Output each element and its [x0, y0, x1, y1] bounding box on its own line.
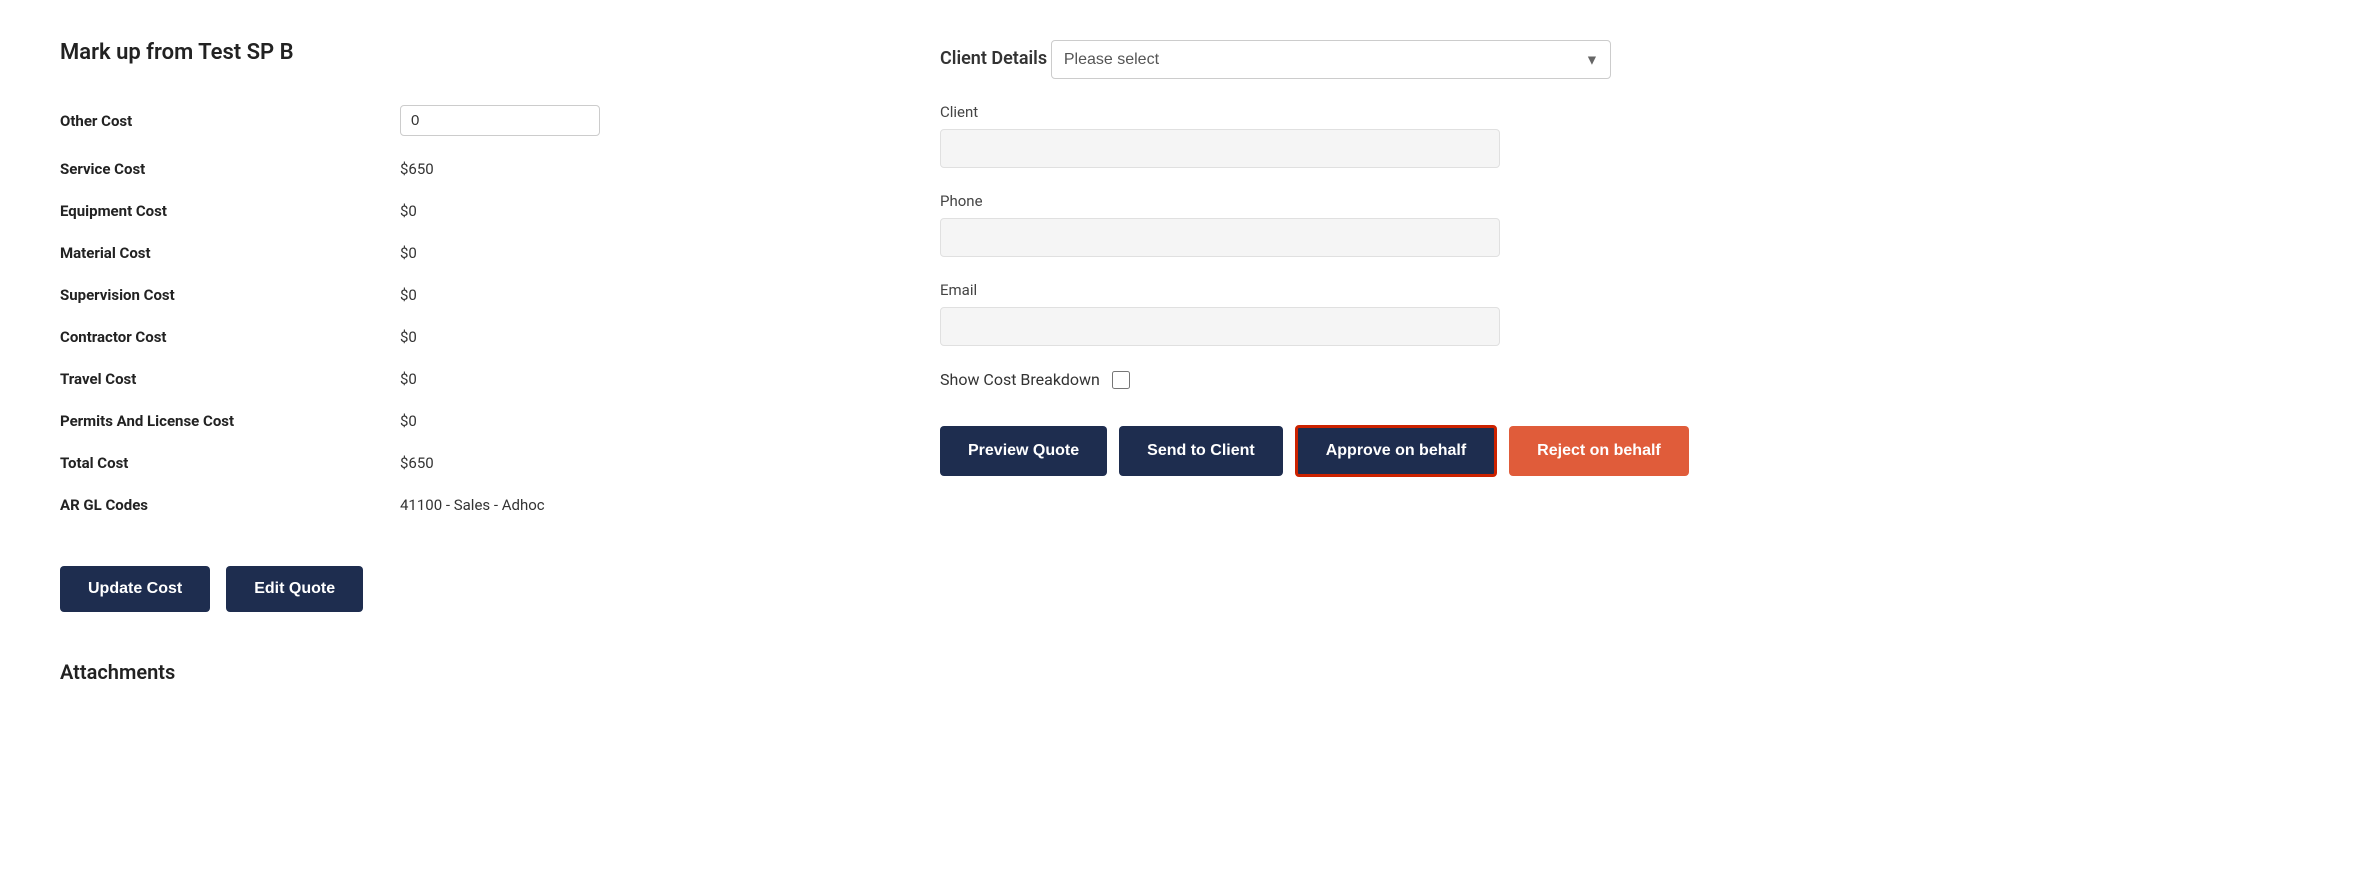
- table-row-supervision-cost: Supervision Cost $0: [60, 274, 820, 316]
- other-cost-label: Other Cost: [60, 93, 400, 148]
- right-panel: Client Details Please select ▼ Client Ph…: [880, 40, 2320, 684]
- table-row-total-cost: Total Cost $650: [60, 442, 820, 484]
- client-details-select[interactable]: Please select: [1051, 40, 1611, 79]
- permits-cost-value: $0: [400, 400, 820, 442]
- table-row-ar-gl-codes: AR GL Codes 41100 - Sales - Adhoc: [60, 484, 820, 526]
- equipment-cost-value: $0: [400, 190, 820, 232]
- attachments-title: Attachments: [60, 660, 820, 684]
- table-row-travel-cost: Travel Cost $0: [60, 358, 820, 400]
- supervision-cost-label: Supervision Cost: [60, 274, 400, 316]
- preview-quote-button[interactable]: Preview Quote: [940, 426, 1107, 476]
- approve-on-behalf-button[interactable]: Approve on behalf: [1295, 425, 1497, 477]
- equipment-cost-label: Equipment Cost: [60, 190, 400, 232]
- total-cost-label: Total Cost: [60, 442, 400, 484]
- total-cost-value: $650: [400, 442, 820, 484]
- main-content: Mark up from Test SP B Other Cost Servic…: [60, 40, 2320, 684]
- show-cost-breakdown-row: Show Cost Breakdown: [940, 370, 2320, 389]
- table-row-equipment-cost: Equipment Cost $0: [60, 190, 820, 232]
- table-row-material-cost: Material Cost $0: [60, 232, 820, 274]
- cost-table: Other Cost Service Cost $650 Equipment C…: [60, 93, 820, 526]
- table-row-permits-cost: Permits And License Cost $0: [60, 400, 820, 442]
- contractor-cost-label: Contractor Cost: [60, 316, 400, 358]
- show-cost-breakdown-checkbox[interactable]: [1112, 371, 1130, 389]
- show-cost-breakdown-label: Show Cost Breakdown: [940, 370, 1100, 389]
- select-wrapper: Please select ▼: [1051, 40, 1611, 79]
- update-cost-button[interactable]: Update Cost: [60, 566, 210, 612]
- travel-cost-value: $0: [400, 358, 820, 400]
- quote-buttons: Preview Quote Send to Client Approve on …: [940, 425, 2320, 477]
- material-cost-value: $0: [400, 232, 820, 274]
- phone-input: [940, 218, 1500, 257]
- action-buttons: Update Cost Edit Quote: [60, 566, 820, 612]
- ar-gl-codes-label: AR GL Codes: [60, 484, 400, 526]
- table-row-service-cost: Service Cost $650: [60, 148, 820, 190]
- left-panel: Mark up from Test SP B Other Cost Servic…: [60, 40, 880, 684]
- section-title: Mark up from Test SP B: [60, 40, 820, 65]
- phone-field-group: Phone: [940, 192, 2320, 257]
- other-cost-input[interactable]: [400, 105, 600, 136]
- client-field-group: Client: [940, 103, 2320, 168]
- email-label: Email: [940, 281, 2320, 299]
- email-input: [940, 307, 1500, 346]
- contractor-cost-value: $0: [400, 316, 820, 358]
- service-cost-label: Service Cost: [60, 148, 400, 190]
- travel-cost-label: Travel Cost: [60, 358, 400, 400]
- client-label: Client: [940, 103, 2320, 121]
- service-cost-value: $650: [400, 148, 820, 190]
- client-details-group: Client Details Please select ▼: [940, 40, 2320, 79]
- other-cost-value[interactable]: [400, 93, 820, 148]
- page-container: Mark up from Test SP B Other Cost Servic…: [0, 0, 2380, 888]
- ar-gl-codes-value: 41100 - Sales - Adhoc: [400, 484, 820, 526]
- material-cost-label: Material Cost: [60, 232, 400, 274]
- phone-label: Phone: [940, 192, 2320, 210]
- supervision-cost-value: $0: [400, 274, 820, 316]
- permits-cost-label: Permits And License Cost: [60, 400, 400, 442]
- table-row-other-cost: Other Cost: [60, 93, 820, 148]
- client-input: [940, 129, 1500, 168]
- send-to-client-button[interactable]: Send to Client: [1119, 426, 1283, 476]
- table-row-contractor-cost: Contractor Cost $0: [60, 316, 820, 358]
- client-details-header: Client Details: [940, 48, 1047, 69]
- reject-on-behalf-button[interactable]: Reject on behalf: [1509, 426, 1689, 476]
- edit-quote-button[interactable]: Edit Quote: [226, 566, 363, 612]
- email-field-group: Email: [940, 281, 2320, 346]
